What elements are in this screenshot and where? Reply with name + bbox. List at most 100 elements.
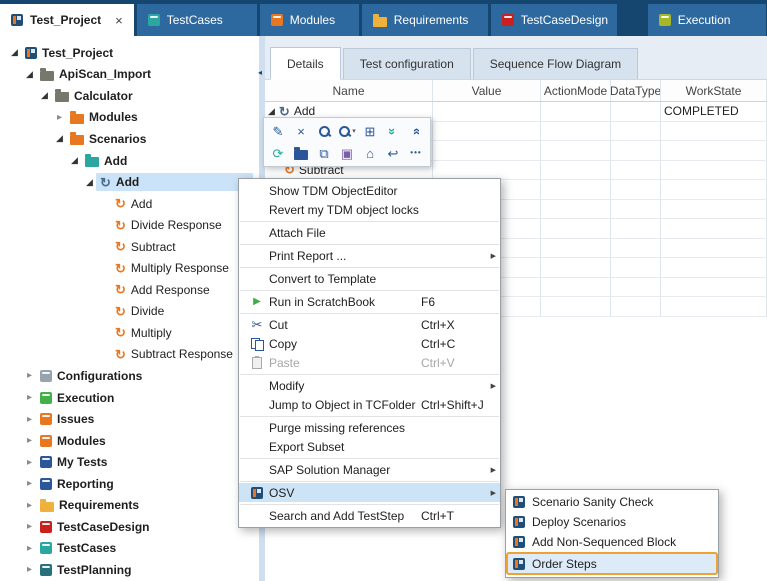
tab-details[interactable]: Details [270,47,341,80]
workspace-tab-requirements[interactable]: Requirements [362,4,488,36]
collapsed-arrow-icon[interactable]: ▸ [23,478,36,489]
column-header-actionmode[interactable]: ActionMode [541,80,611,101]
collapse-all-button[interactable]: » [383,121,403,141]
tree-item-reporting[interactable]: ▸Reporting [0,473,259,495]
expanded-arrow-icon[interactable]: ◢ [53,133,66,144]
collapsed-arrow-icon[interactable]: ▸ [23,521,36,532]
expanded-arrow-icon[interactable]: ◢ [83,177,96,188]
tree-item-calculator[interactable]: ◢Calculator [0,85,259,107]
menu-item-search-and-add-teststep[interactable]: Search and Add TestStepCtrl+T [239,506,500,525]
tree-item-requirements[interactable]: ▸Requirements [0,494,259,516]
workspace-tab-modules[interactable]: Modules [260,4,359,36]
tree-item-label: Subtract [131,240,176,254]
collapse-panel-icon[interactable]: ◂ [258,68,262,77]
column-header-workstate[interactable]: WorkState [661,80,767,101]
menu-item-print-report[interactable]: Print Report ...▶ [239,246,500,265]
dropdown-caret-icon[interactable]: ▾ [352,127,356,135]
delete-button[interactable]: × [291,121,311,141]
tree-item-modules[interactable]: ▸Modules [0,430,259,452]
tree-item-label: TestPlanning [57,563,131,577]
testcasedesign-tab-icon [502,14,514,26]
tree-item-issues[interactable]: ▸Issues [0,408,259,430]
marker-button[interactable]: ⌂ [360,143,380,163]
column-header-datatype[interactable]: DataType [611,80,661,101]
menu-item-export-subset[interactable]: Export Subset [239,437,500,456]
menu-item-run-in-scratchbook[interactable]: ▶Run in ScratchBookF6 [239,292,500,311]
expanded-arrow-icon[interactable]: ◢ [23,69,36,80]
tree-item-execution[interactable]: ▸Execution [0,387,259,409]
menu-item-purge-missing-references[interactable]: Purge missing references [239,418,500,437]
menu-item-paste[interactable]: PasteCtrl+V [239,353,500,372]
tab-test-configuration[interactable]: Test configuration [343,48,471,79]
tab-sequence-flow-diagram[interactable]: Sequence Flow Diagram [473,48,638,79]
workspace-tab-testcases[interactable]: TestCases [137,4,257,36]
tree-item-test-project[interactable]: ◢Test_Project [0,42,259,64]
tree-item-configurations[interactable]: ▸Configurations [0,365,259,387]
tree-item-testcases[interactable]: ▸TestCases [0,538,259,560]
menu-item-modify[interactable]: Modify▶ [239,376,500,395]
tree-item-label: Subtract Response [131,347,233,361]
menu-item-osv[interactable]: OSV▶ [239,483,500,502]
collapsed-arrow-icon[interactable]: ▸ [23,414,36,425]
zoom-button[interactable] [314,121,334,141]
tree-item-add[interactable]: ↻Add [0,193,259,215]
tree-item-subtract-response[interactable]: ↻Subtract Response [0,344,259,366]
menu-item-attach-file[interactable]: Attach File [239,223,500,242]
tree-item-add[interactable]: ◢Add [0,150,259,172]
layers-button[interactable]: ⧉ [314,143,334,163]
menu-item-shortcut: Ctrl+X [421,318,485,332]
tree-item-testplanning[interactable]: ▸ TestPlanning [0,559,259,581]
tree-item-multiply-response[interactable]: ↻Multiply Response [0,257,259,279]
workspace-tab-execution[interactable]: Execution [648,4,766,36]
menu-item-show-tdm-objecteditor[interactable]: Show TDM ObjectEditor [239,181,500,200]
tree-item-apiscan-import[interactable]: ◢ApiScan_Import [0,64,259,86]
submenu-item-scenario-sanity-check[interactable]: Scenario Sanity Check [506,492,718,512]
workspace-tab-test-project[interactable]: Test_Project× [0,4,134,36]
tree-item-add[interactable]: ◢↻Add [0,171,259,193]
tree-item-testcasedesign[interactable]: ▸TestCaseDesign [0,516,259,538]
tree-item-divide-response[interactable]: ↻Divide Response [0,214,259,236]
menu-item-jump-to-object-in-tcfolder[interactable]: Jump to Object in TCFolderCtrl+Shift+J [239,395,500,414]
refresh-button[interactable]: ⟳ [268,143,288,163]
column-header-value[interactable]: Value [433,80,541,101]
tree-item-divide[interactable]: ↻Divide [0,301,259,323]
collapsed-arrow-icon[interactable]: ▸ [23,564,36,575]
tree-item-modules[interactable]: ▸Modules [0,107,259,129]
jump-back-button[interactable]: ↩ [383,143,403,163]
menu-item-revert-my-tdm-object-locks[interactable]: Revert my TDM object locks [239,200,500,219]
expanded-arrow-icon[interactable]: ◢ [8,47,21,58]
collapsed-arrow-icon[interactable]: ▸ [23,500,36,511]
tree-item-scenarios[interactable]: ◢Scenarios [0,128,259,150]
workspace-tab-testcasedesign[interactable]: TestCaseDesign [491,4,617,36]
expanded-arrow-icon[interactable]: ◢ [268,106,275,117]
folder-button[interactable] [291,143,311,163]
tree-item-content: Modules [36,432,110,450]
edit-button[interactable]: ✎ [268,121,288,141]
submenu-item-add-non-sequenced-block[interactable]: Add Non-Sequenced Block [506,532,718,552]
tree-item-add-response[interactable]: ↻Add Response [0,279,259,301]
tree-item-subtract[interactable]: ↻Subtract [0,236,259,258]
expanded-arrow-icon[interactable]: ◢ [38,90,51,101]
tree-item-my-tests[interactable]: ▸My Tests [0,451,259,473]
submenu-item-order-steps[interactable]: Order Steps [506,552,718,575]
submenu-item-deploy-scenarios[interactable]: Deploy Scenarios [506,512,718,532]
tree-item-multiply[interactable]: ↻Multiply [0,322,259,344]
expanded-arrow-icon[interactable]: ◢ [68,155,81,166]
collapsed-arrow-icon[interactable]: ▸ [23,370,36,381]
collapsed-arrow-icon[interactable]: ▸ [23,543,36,554]
collapsed-arrow-icon[interactable]: ▸ [23,392,36,403]
tab-close-icon[interactable]: × [115,13,123,28]
frame-button[interactable]: ▣ [337,143,357,163]
menu-item-sap-solution-manager[interactable]: SAP Solution Manager▶ [239,460,500,479]
add-item-button[interactable]: ⊞ [360,121,380,141]
collapsed-arrow-icon[interactable]: ▸ [23,457,36,468]
column-header-name[interactable]: Name [265,80,433,101]
more-options-button[interactable]: ••• [406,143,426,163]
expand-all-button[interactable]: » [406,121,426,141]
menu-item-convert-to-template[interactable]: Convert to Template [239,269,500,288]
menu-item-cut[interactable]: ✂CutCtrl+X [239,315,500,334]
menu-item-copy[interactable]: CopyCtrl+C [239,334,500,353]
collapsed-arrow-icon[interactable]: ▸ [23,435,36,446]
collapsed-arrow-icon[interactable]: ▸ [53,112,66,123]
zoom-options-button[interactable]: ▾ [337,121,357,141]
